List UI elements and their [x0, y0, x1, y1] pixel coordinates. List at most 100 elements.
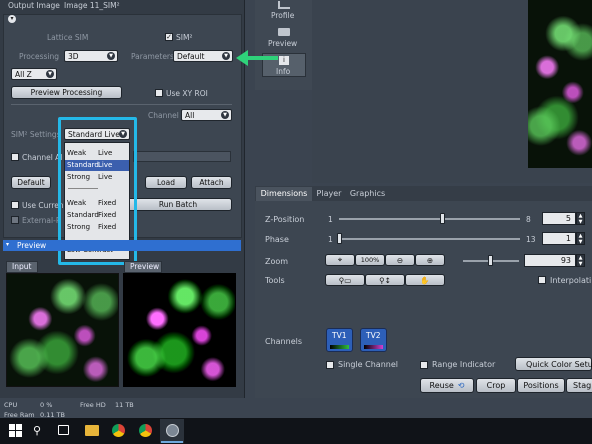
z-range-value: All Z	[15, 69, 32, 79]
channel-label: Channel	[148, 111, 179, 120]
zoom-fit-button[interactable]: ⌖	[325, 254, 355, 266]
collapse-icon[interactable]: ▾	[8, 15, 16, 23]
channel-select[interactable]: All ▼	[181, 109, 232, 121]
zoom-in-button[interactable]: ⊕	[415, 254, 445, 266]
channel-strength-field[interactable]	[133, 151, 231, 162]
default-button[interactable]: Default	[11, 176, 51, 189]
zoom-label: Zoom	[265, 257, 289, 266]
channel-tv1-button[interactable]: TV1	[326, 328, 353, 352]
tab-preview[interactable]: Preview	[262, 26, 306, 50]
zoom-out-icon: ⊖	[396, 255, 404, 265]
z-position-input[interactable]: 5	[542, 212, 576, 225]
range-indicator-label: Range Indicator	[432, 360, 496, 369]
collapse-icon: ▾	[6, 241, 10, 248]
zen-icon[interactable]	[166, 424, 179, 437]
chevron-down-icon: ▼	[46, 70, 54, 78]
zoom-rect-tool-button[interactable]: ⚲▭	[325, 274, 365, 286]
positions-button[interactable]: Positions	[517, 378, 565, 393]
tab-profile[interactable]: Profile	[262, 0, 306, 22]
run-batch-button[interactable]: Run Batch	[124, 198, 232, 211]
parameters-select[interactable]: Default ▼	[173, 50, 233, 62]
z-position-label: Z-Position	[265, 215, 305, 224]
channel-all-label: Channel Al	[22, 153, 63, 162]
task-view-icon[interactable]	[58, 425, 69, 435]
preview-header-bar[interactable]: ▾ Preview	[3, 240, 241, 251]
channel-tv2-button[interactable]: TV2	[360, 328, 387, 352]
channels-label: Channels	[265, 337, 303, 346]
sim2-checkbox[interactable]: ✓	[165, 33, 173, 41]
output-image-label: Output Image	[8, 1, 60, 10]
single-channel-checkbox[interactable]	[326, 361, 334, 369]
zoom-pan-tool-button[interactable]: ⚲↕	[365, 274, 405, 286]
processing-value: 3D	[68, 51, 79, 61]
tab-info-label: Info	[276, 67, 291, 76]
profile-icon	[278, 1, 290, 9]
channel-value: All	[185, 110, 195, 120]
z-position-spinner[interactable]: ▲ ▼	[576, 212, 585, 225]
use-xy-roi-checkbox[interactable]	[155, 89, 163, 97]
windows-start-icon[interactable]	[9, 424, 22, 437]
divider	[11, 104, 232, 105]
phase-spinner[interactable]: ▲ ▼	[576, 232, 585, 245]
attach-button[interactable]: Attach	[191, 176, 232, 189]
zoom-out-button[interactable]: ⊖	[385, 254, 415, 266]
reuse-label: Reuse	[429, 381, 454, 390]
tools-label: Tools	[265, 276, 285, 285]
chrome-icon[interactable]	[112, 424, 125, 437]
cpu-value: 0 %	[40, 401, 53, 409]
reuse-button[interactable]: Reuse ⟲	[420, 378, 474, 393]
preview-image	[123, 273, 236, 387]
preview-icon	[278, 28, 290, 36]
chrome-icon[interactable]	[139, 424, 152, 437]
zoom-in-icon: ⊕	[426, 255, 434, 265]
input-image	[6, 273, 119, 387]
z-position-thumb[interactable]	[440, 213, 446, 224]
file-explorer-icon[interactable]	[85, 425, 99, 436]
z-position-track[interactable]	[339, 218, 520, 220]
arrow-annotation	[236, 50, 278, 66]
preview-processing-button[interactable]: Preview Processing	[11, 86, 122, 99]
preview-tab[interactable]: Preview	[124, 261, 162, 273]
tab-player[interactable]: Player	[313, 187, 345, 201]
z-min-label: 1	[328, 215, 333, 224]
chevron-down-icon: ▼	[107, 52, 115, 60]
phase-track[interactable]	[339, 238, 520, 240]
phase-min-label: 1	[328, 235, 333, 244]
tab-preview-label: Preview	[268, 39, 298, 48]
tab-graphics[interactable]: Graphics	[347, 187, 388, 201]
info-icon: i	[279, 56, 289, 65]
use-current-checkbox[interactable]	[11, 201, 19, 209]
image-canvas[interactable]	[528, 0, 592, 168]
processing-select[interactable]: 3D ▼	[64, 50, 118, 62]
chevron-down-icon: ▼	[221, 111, 229, 119]
external-label: External-P	[22, 216, 61, 225]
zoom-rect-icon: ⚲▭	[338, 275, 352, 285]
quick-color-setup-button[interactable]: Quick Color Setu	[515, 357, 592, 371]
tab-dimensions[interactable]: Dimensions	[256, 187, 312, 201]
stage-button[interactable]: Stag	[566, 378, 592, 393]
free-hd-label: Free HD	[80, 401, 106, 409]
z-range-select[interactable]: All Z ▼	[11, 68, 57, 80]
search-icon[interactable]: ⚲	[33, 424, 46, 437]
use-xy-roi-label: Use XY ROI	[166, 89, 208, 98]
zoom-thumb[interactable]	[488, 255, 493, 266]
hand-tool-button[interactable]: ✋	[405, 274, 445, 286]
interpolation-checkbox[interactable]	[538, 276, 546, 284]
crop-button[interactable]: Crop	[476, 378, 516, 393]
hand-icon: ✋	[420, 275, 430, 285]
phase-thumb[interactable]	[337, 233, 342, 244]
external-checkbox	[11, 216, 19, 224]
single-channel-label: Single Channel	[338, 360, 398, 369]
input-tab[interactable]: Input	[6, 261, 38, 273]
processing-label: Processing	[19, 52, 60, 61]
phase-input[interactable]: 1	[542, 232, 576, 245]
reuse-icon: ⟲	[457, 381, 465, 390]
range-indicator-checkbox[interactable]	[420, 361, 428, 369]
chevron-down-icon: ▼	[222, 52, 230, 60]
zoom-input[interactable]: 93	[524, 254, 576, 267]
zoom-spinner[interactable]: ▲ ▼	[576, 254, 585, 267]
sim2-checkbox-label: SIM²	[176, 33, 193, 42]
zoom-100-button[interactable]: 100%	[355, 254, 385, 266]
load-button[interactable]: Load	[145, 176, 187, 189]
channel-all-checkbox[interactable]	[11, 153, 19, 161]
